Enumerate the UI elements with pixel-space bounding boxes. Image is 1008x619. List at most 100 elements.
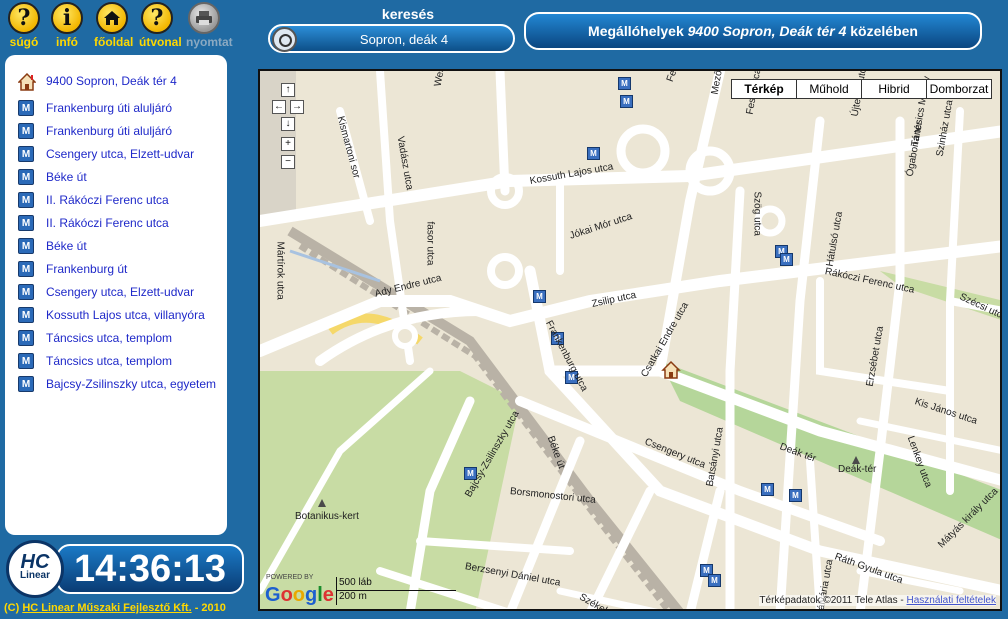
footer-suffix: - 2010 xyxy=(191,602,226,614)
search-icon[interactable] xyxy=(272,27,297,52)
bus-stop-icon: M xyxy=(18,214,34,231)
stop-list-item[interactable]: M Béke út xyxy=(5,234,227,257)
footer: (C) HC Linear Műszaki Fejlesztő Kft. - 2… xyxy=(4,602,226,614)
pan-left-button[interactable]: ← xyxy=(272,100,286,114)
home-label: főoldal xyxy=(94,35,134,49)
bus-stop-icon: M xyxy=(18,260,34,277)
map[interactable]: M M M M M M M M M M M M M Kismartoni sor… xyxy=(258,69,1002,611)
bus-stop-icon: M xyxy=(18,306,34,323)
powered-by-label: POWERED BY xyxy=(266,574,314,581)
stop-name: II. Rákóczi Ferenc utca xyxy=(46,192,169,207)
street-label: Szög utca xyxy=(751,191,763,236)
stop-list-item[interactable]: M Csengery utca, Elzett-udvar xyxy=(5,142,227,165)
attribution-text: Térképadatok ©2011 Tele Atlas - xyxy=(759,595,907,606)
bus-stop-marker-icon[interactable]: M xyxy=(533,290,546,303)
route-button[interactable]: ? útvonal xyxy=(139,2,182,49)
bus-stop-icon: M xyxy=(18,122,34,139)
zoom-out-button[interactable]: − xyxy=(281,155,295,169)
street-label: Mártírok utca xyxy=(274,241,286,300)
bus-stop-icon: M xyxy=(18,99,34,116)
scale-bottom: 200 m xyxy=(336,591,456,605)
info-button[interactable]: i infó xyxy=(49,2,85,49)
bus-stop-marker-icon[interactable]: M xyxy=(789,489,802,502)
print-label: nyomtat xyxy=(186,35,233,49)
stop-list-item[interactable]: M II. Rákóczi Ferenc utca xyxy=(5,188,227,211)
stop-name: Csengery utca, Elzett-udvar xyxy=(46,284,195,299)
map-type-hybrid[interactable]: Hibrid xyxy=(861,79,927,99)
home-address-item[interactable]: 9400 Sopron, Deák tér 4 xyxy=(5,69,227,92)
zoom-in-button[interactable]: + xyxy=(281,137,295,151)
bus-stop-icon: M xyxy=(18,329,34,346)
stop-name: Táncsics utca, templom xyxy=(46,353,173,368)
company-link[interactable]: HC Linear Műszaki Fejlesztő Kft. xyxy=(22,602,191,614)
map-canvas[interactable] xyxy=(260,71,1002,611)
home-button[interactable]: főoldal xyxy=(94,2,134,49)
house-icon xyxy=(17,72,37,91)
stop-name: Kossuth Lajos utca, villanyóra xyxy=(46,307,205,322)
map-attribution: Térképadatok ©2011 Tele Atlas - Használa… xyxy=(759,595,996,606)
map-type-satellite[interactable]: Műhold xyxy=(796,79,862,99)
search-input[interactable] xyxy=(304,29,504,50)
bus-stop-marker-icon[interactable]: M xyxy=(761,483,774,496)
street-label: Deák-tér xyxy=(838,464,877,475)
search-box xyxy=(268,24,515,53)
stop-list-item[interactable]: M Kossuth Lajos utca, villanyóra xyxy=(5,303,227,326)
info-label: infó xyxy=(56,35,78,49)
stop-list-item[interactable]: M Frankenburg úti aluljáró xyxy=(5,119,227,142)
home-icon xyxy=(96,2,128,34)
footer-prefix: (C) xyxy=(4,602,23,614)
bus-stop-icon: M xyxy=(18,283,34,300)
stop-list-item[interactable]: M II. Rákóczi Ferenc utca xyxy=(5,211,227,234)
help-icon: ? xyxy=(8,2,40,34)
logo-subtext: Linear xyxy=(19,570,50,581)
google-logo: Google xyxy=(265,584,334,606)
bus-stop-marker-icon[interactable]: M xyxy=(587,147,600,160)
bus-stop-icon: M xyxy=(18,237,34,254)
bus-stop-marker-icon[interactable]: M xyxy=(780,253,793,266)
bus-stop-marker-icon[interactable]: M xyxy=(618,77,631,90)
print-button[interactable]: nyomtat xyxy=(186,2,233,49)
stop-name: Csengery utca, Elzett-udvar xyxy=(46,146,195,161)
printer-icon xyxy=(188,2,220,34)
stops-panel: 9400 Sopron, Deák tér 4 M Frankenburg úti… xyxy=(5,55,227,535)
stop-list: M Frankenburg úti aluljáró M Frankenburg út… xyxy=(5,96,227,395)
bus-stop-marker-icon[interactable]: M xyxy=(708,574,721,587)
pan-right-button[interactable]: → xyxy=(290,100,304,114)
stop-list-item[interactable]: M Táncsics utca, templom xyxy=(5,349,227,372)
stop-list-item[interactable]: M Csengery utca, Elzett-udvar xyxy=(5,280,227,303)
title-prefix: Megállóhelyek xyxy=(588,23,688,39)
stop-list-item[interactable]: M Frankenburg út xyxy=(5,257,227,280)
stop-list-item[interactable]: M Bajcsy-Zsilinszky utca, egyetem xyxy=(5,372,227,395)
stop-name: Bajcsy-Zsilinszky utca, egyetem xyxy=(46,376,217,391)
bus-stop-icon: M xyxy=(18,352,34,369)
stop-name: Frankenburg úti aluljáró xyxy=(46,123,173,138)
stop-list-item[interactable]: M Frankenburg úti aluljáró xyxy=(5,96,227,119)
stop-name: Táncsics utca, templom xyxy=(46,330,173,345)
terms-link[interactable]: Használati feltételek xyxy=(907,595,997,606)
route-label: útvonal xyxy=(139,35,182,49)
bus-stop-icon: M xyxy=(18,191,34,208)
stop-name: Frankenburg úti aluljáró xyxy=(46,100,173,115)
help-button[interactable]: ? súgó xyxy=(6,2,42,49)
bus-stop-icon: M xyxy=(18,375,34,392)
search-title: keresés xyxy=(381,6,435,22)
title-suffix: közelében xyxy=(846,23,918,39)
scale-top: 500 láb xyxy=(336,577,456,591)
home-address-label: 9400 Sopron, Deák tér 4 xyxy=(46,73,177,88)
map-type-terrain[interactable]: Domborzat xyxy=(926,79,992,99)
clock: 14:36:13 xyxy=(56,544,244,594)
page-title: Megállóhelyek 9400 Sopron, Deák tér 4 kö… xyxy=(524,12,982,50)
street-label: fasor utca xyxy=(424,221,436,266)
pan-down-button[interactable]: ↓ xyxy=(281,117,295,131)
logo-text: HC xyxy=(20,551,50,573)
help-label: súgó xyxy=(9,35,39,49)
info-icon: i xyxy=(51,2,83,34)
stop-list-item[interactable]: M Béke út xyxy=(5,165,227,188)
stop-name: Béke út xyxy=(46,238,87,253)
pan-up-button[interactable]: ↑ xyxy=(281,83,295,97)
stop-list-item[interactable]: M Táncsics utca, templom xyxy=(5,326,227,349)
stop-name: Frankenburg út xyxy=(46,261,128,276)
map-type-map[interactable]: Térkép xyxy=(731,79,797,99)
stop-name: Béke út xyxy=(46,169,87,184)
bus-stop-marker-icon[interactable]: M xyxy=(620,95,633,108)
